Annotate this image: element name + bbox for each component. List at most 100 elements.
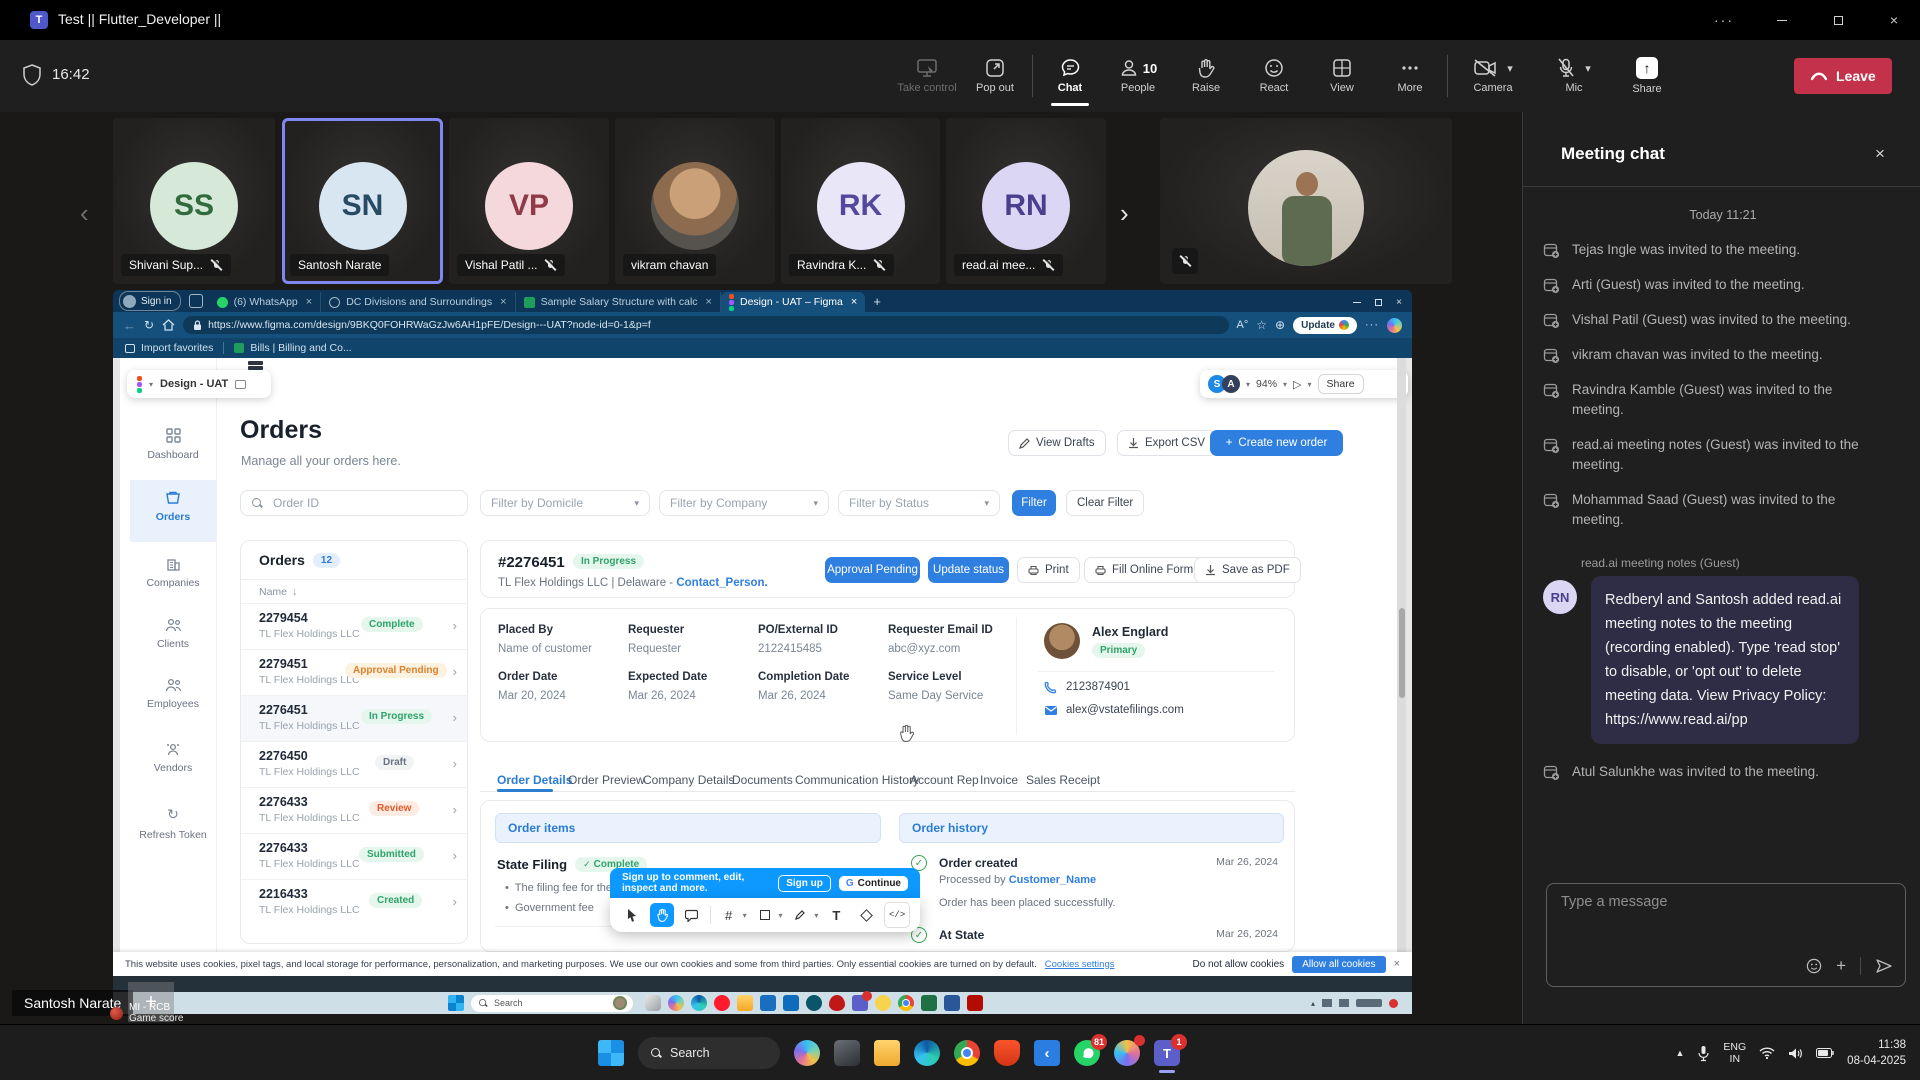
view-drafts-button[interactable]: View Drafts: [1008, 430, 1106, 456]
view-button[interactable]: View: [1311, 44, 1373, 108]
filter-status-select[interactable]: Filter by Status▾: [838, 490, 1000, 516]
wifi-icon[interactable]: [1759, 1047, 1775, 1059]
tray-chevron-icon[interactable]: ▲: [1675, 1048, 1684, 1058]
order-row-selected[interactable]: 2276451TL Flex Holdings LLC In Progress›: [241, 695, 467, 742]
order-row[interactable]: 2216433TL Flex Holdings LLC Created›: [241, 879, 467, 926]
scrollbar-thumb[interactable]: [1399, 608, 1405, 698]
order-row[interactable]: 2276433TL Flex Holdings LLC Submitted›: [241, 833, 467, 880]
shared-chrome-icon[interactable]: [898, 995, 914, 1011]
move-tool-icon[interactable]: [620, 903, 644, 927]
tiles-scroll-left-icon[interactable]: ‹: [80, 198, 89, 229]
people-button[interactable]: 10 People: [1107, 44, 1169, 108]
camera-button[interactable]: ▾ Camera: [1454, 44, 1532, 108]
attach-plus-icon[interactable]: +: [1836, 956, 1846, 976]
browser-tab-active[interactable]: Design - UAT – Figma×: [721, 292, 865, 312]
epic-games-icon[interactable]: [834, 1040, 860, 1066]
dev-mode-icon[interactable]: </>: [884, 902, 910, 928]
start-button[interactable]: [598, 1040, 624, 1066]
hand-tool-icon[interactable]: [650, 903, 674, 927]
present-icon[interactable]: ▷: [1293, 378, 1301, 391]
browser-tab[interactable]: DC Divisions and Surroundings×: [321, 292, 515, 312]
favorite-star-icon[interactable]: ☆: [1256, 318, 1267, 332]
shared-photos-icon[interactable]: [645, 995, 661, 1011]
share-button[interactable]: ↑ Share: [1616, 44, 1678, 108]
canvas-scrollbar[interactable]: [1397, 358, 1406, 954]
chat-input-box[interactable]: +: [1546, 883, 1906, 987]
column-header-name[interactable]: Name↓: [241, 580, 467, 604]
shared-tray-chevron-icon[interactable]: ▴: [1311, 999, 1315, 1008]
collections-icon[interactable]: ⊕: [1275, 318, 1285, 332]
actions-tool-icon[interactable]: [854, 903, 878, 927]
shared-outlook-icon[interactable]: [783, 995, 799, 1011]
customer-name-link[interactable]: Customer_Name: [1009, 874, 1096, 886]
deny-cookies-button[interactable]: Do not allow cookies: [1192, 959, 1284, 970]
tab-close-icon[interactable]: ×: [851, 296, 857, 308]
window-restore-icon[interactable]: [1820, 6, 1856, 34]
tab-communication-history[interactable]: Communication History: [795, 773, 919, 787]
shared-excel-icon[interactable]: [921, 995, 937, 1011]
sidebar-item-dashboard[interactable]: Dashboard: [130, 428, 216, 461]
approval-pending-button[interactable]: Approval Pending: [825, 557, 920, 583]
more-button[interactable]: More: [1379, 44, 1441, 108]
file-explorer-icon[interactable]: [874, 1040, 900, 1066]
react-button[interactable]: React: [1243, 44, 1305, 108]
tab-documents[interactable]: Documents: [732, 773, 793, 787]
whatsapp-icon[interactable]: 81: [1074, 1040, 1100, 1066]
bookmark-item[interactable]: Bills | Billing and Co...: [234, 342, 351, 354]
chrome-icon[interactable]: [954, 1040, 980, 1066]
emoji-icon[interactable]: [1806, 958, 1822, 974]
print-button[interactable]: Print: [1017, 557, 1080, 583]
order-id-search[interactable]: [240, 490, 468, 516]
create-new-order-button[interactable]: +Create new order: [1210, 430, 1343, 456]
teams-icon[interactable]: T 1: [1154, 1040, 1180, 1066]
update-button[interactable]: Update: [1293, 317, 1357, 334]
camera-chevron-icon[interactable]: ▾: [1507, 62, 1513, 75]
chat-message-input[interactable]: [1559, 892, 1863, 946]
filter-domicile-select[interactable]: Filter by Domicile▾: [480, 490, 650, 516]
sidebar-item-employees[interactable]: Employees: [130, 678, 216, 710]
tab-sales-receipt[interactable]: Sales Receipt: [1026, 773, 1100, 787]
copilot-icon[interactable]: [794, 1040, 820, 1066]
google-continue-button[interactable]: GContinue: [839, 876, 908, 891]
shared-mcafee-icon[interactable]: [829, 995, 845, 1011]
mic-chevron-icon[interactable]: ▾: [1585, 62, 1591, 75]
tray-mic-icon[interactable]: [1697, 1045, 1710, 1062]
shared-search-box[interactable]: Search: [471, 995, 633, 1012]
read-aloud-icon[interactable]: A°: [1237, 319, 1249, 331]
cookie-settings-link[interactable]: Cookies settings: [1045, 959, 1115, 970]
tab-order-details[interactable]: Order Details: [497, 773, 572, 787]
chat-button[interactable]: Chat: [1039, 44, 1101, 108]
collaborator-avatar[interactable]: A: [1222, 375, 1240, 393]
update-status-button[interactable]: Update status: [928, 557, 1009, 583]
filter-company-select[interactable]: Filter by Company▾: [659, 490, 829, 516]
cookie-close-icon[interactable]: ×: [1394, 958, 1400, 970]
video-tile[interactable]: RN read.ai mee...: [946, 118, 1106, 284]
fill-online-form-button[interactable]: Fill Online Form: [1084, 557, 1204, 583]
shared-acrobat-icon[interactable]: [967, 995, 983, 1011]
window-more-icon[interactable]: ···: [1706, 6, 1742, 34]
copilot-icon[interactable]: [1387, 318, 1402, 333]
volume-icon[interactable]: [1788, 1047, 1803, 1060]
figma-share-button[interactable]: Share: [1318, 374, 1364, 394]
contact-email[interactable]: alex@vstatefilings.com: [1066, 704, 1184, 716]
address-bar[interactable]: https://www.figma.com/design/9BKQ0FOHRWa…: [183, 316, 1228, 334]
shared-teams-icon[interactable]: [852, 995, 868, 1011]
sidebar-item-orders[interactable]: Orders: [130, 490, 216, 523]
pop-out-button[interactable]: Pop out: [964, 44, 1026, 108]
tab-company-details[interactable]: Company Details: [643, 773, 734, 787]
chevron-down-icon[interactable]: ▾: [1308, 380, 1312, 389]
zoom-level[interactable]: 94%: [1256, 378, 1277, 390]
edge-icon[interactable]: [914, 1040, 940, 1066]
raise-hand-button[interactable]: Raise: [1175, 44, 1237, 108]
video-tile[interactable]: VP Vishal Patil ...: [449, 118, 609, 284]
shared-clickup-icon[interactable]: [875, 995, 891, 1011]
filter-apply-button[interactable]: Filter: [1012, 490, 1056, 516]
sidebar-item-refresh-token[interactable]: ↻ Refresh Token: [130, 806, 216, 841]
save-as-pdf-button[interactable]: Save as PDF: [1194, 557, 1301, 583]
pen-tool-icon[interactable]: [788, 903, 812, 927]
shared-start-icon[interactable]: [448, 995, 464, 1011]
shared-word-icon[interactable]: [944, 995, 960, 1011]
spotlight-video-tile[interactable]: [1160, 118, 1452, 284]
chevron-down-icon[interactable]: ▾: [1283, 380, 1287, 389]
export-csv-button[interactable]: Export CSV: [1117, 430, 1216, 456]
